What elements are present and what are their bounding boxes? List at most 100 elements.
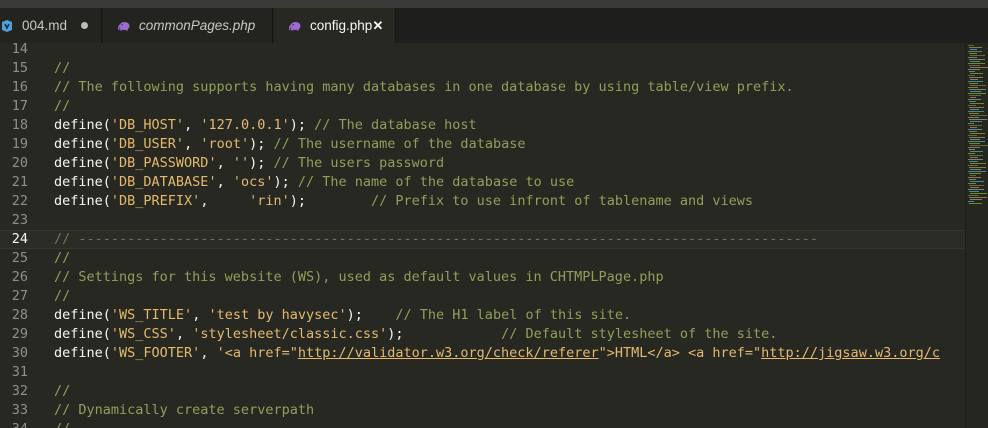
code-line[interactable]: 16 // The following supports having many … [0,78,965,97]
minimap-line [970,139,980,140]
minimap-line [970,181,984,182]
minimap-line [970,151,983,152]
minimap-line [970,85,986,86]
code-line[interactable]: 15 // [0,59,965,78]
code-line[interactable]: 25 // [0,249,965,268]
minimap-line [969,203,982,204]
line-number: 34 [0,420,28,428]
line-number: 29 [11,326,28,342]
minimap-line [970,49,977,50]
code-line[interactable]: 18 define('DB_HOST', '127.0.0.1'); // The… [0,116,965,135]
code-token: 'WS_CSS' [110,326,176,342]
minimap-line [968,57,977,58]
minimap-line [969,119,987,120]
minimap-line [970,133,985,134]
line-number: 17 [11,98,28,114]
code-token: , [216,174,233,190]
code-line[interactable]: 21 define('DB_DATABASE', 'ocs'); // The n… [0,173,965,192]
minimap-line [970,127,977,128]
code-token: 'rin' [249,193,290,209]
code-line[interactable]: 34 // [0,420,965,428]
minimap-line [968,99,981,100]
minimap-line [969,107,984,108]
minimap-line [970,187,979,188]
code-line[interactable]: 23 [0,211,965,230]
minimap-line [970,115,987,116]
minimap-line [970,67,988,68]
code-line[interactable]: 24 // -----------------------------------… [0,230,965,249]
code-line[interactable]: 33 // Dynamically create serverpath [0,401,965,420]
unsaved-indicator[interactable] [77,8,91,43]
code-line[interactable]: 31 [0,363,965,382]
markdown-icon [0,19,14,33]
code-token: 'DB_USER' [110,136,185,152]
close-icon[interactable]: ✕ [371,8,385,43]
code-token: // The users password [273,155,445,171]
minimap-line [968,87,978,88]
code-line[interactable]: 17 // [0,97,965,116]
code-line[interactable]: 29 define('WS_CSS', 'stylesheet/classic.c… [0,325,965,344]
code-token: , [175,326,193,342]
code-line[interactable]: 22 define('DB_PREFIX', 'rin'); // Prefix … [0,192,965,211]
minimap-line [968,135,977,136]
minimap-line [969,53,977,54]
line-number: 19 [11,136,28,152]
code-token: // The username of the database [273,136,526,152]
minimap-line [969,173,981,174]
minimap-line [969,185,984,186]
minimap[interactable] [965,43,988,428]
code-token: 'ocs' [232,174,274,190]
php-elephant-icon [288,19,302,33]
code-token: 'DB_PASSWORD' [110,155,217,171]
code-text: // [54,287,70,306]
line-number: 23 [11,212,28,228]
code-token: define( [54,174,111,190]
tab-004-md[interactable]: 004.md [0,8,102,43]
code-text: define('WS_FOOTER', '<a href="http://val… [54,344,940,363]
code-line[interactable]: 30 define('WS_FOOTER', '<a href="http://v… [0,344,965,363]
code-line[interactable]: 32 // [0,382,965,401]
tab-commonpages-php[interactable]: commonPages.php [103,8,273,43]
code-token: 'DB_DATABASE' [110,174,217,190]
line-number: 15 [11,60,28,76]
code-token: , [216,155,233,171]
code-token: // [54,250,71,266]
minimap-line [968,93,986,94]
code-token: // The following supports having many da… [54,79,794,95]
code-token: // [54,421,70,428]
minimap-line [969,65,980,66]
code-line[interactable]: 27 // [0,287,965,306]
code-token: define( [54,326,111,342]
php-elephant-icon [117,19,131,33]
minimap-line [969,167,986,168]
code-token: 'test by havysec' [208,307,347,323]
minimap-line [968,69,980,70]
code-text: // -------------------------------------… [54,230,818,249]
code-line[interactable]: 19 define('DB_USER', 'root'); // The user… [0,135,965,154]
line-number: 25 [11,250,28,266]
tab-config-php[interactable]: config.php ✕ [274,8,396,43]
code-token: // [54,60,71,76]
code-line[interactable]: 20 define('DB_PASSWORD', ''); // The user… [0,154,965,173]
minimap-line [969,191,979,192]
line-number: 32 [11,383,28,399]
minimap-line [969,197,987,198]
code-text: define('DB_PREFIX', 'rin'); // Prefix to… [54,192,753,211]
minimap-line [968,195,979,196]
line-number: 33 [11,402,28,418]
minimap-line [969,155,983,156]
code-text: define('DB_USER', 'root'); // The userna… [54,135,525,154]
code-line[interactable]: 14 [0,43,965,59]
line-number: 16 [11,79,28,95]
minimap-line [969,59,985,60]
code-line[interactable]: 26 // Settings for this website (WS), use… [0,268,965,287]
line-number: 26 [11,269,28,285]
minimap-line [969,89,986,90]
code-token: ); [249,155,274,171]
code-line[interactable]: 28 define('WS_TITLE', 'test by havysec');… [0,306,965,325]
line-number: 22 [11,193,28,209]
code-editor[interactable]: 14 15 // 16 // The following supports having… [0,43,965,428]
code-token: // The name of the database to use [297,174,575,190]
code-token: // The database host [314,117,477,133]
code-token: , [200,193,250,209]
